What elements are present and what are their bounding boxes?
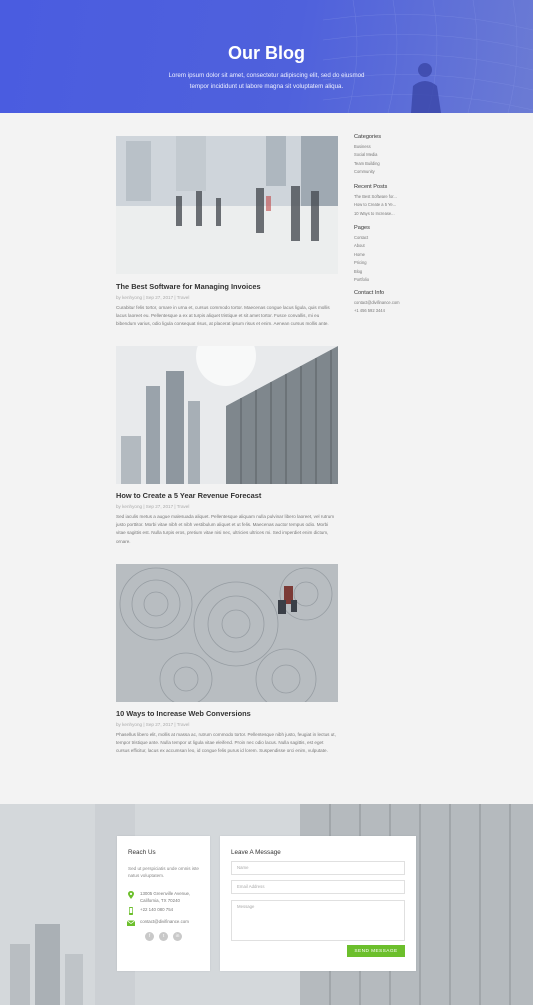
sidebar-heading: Pages (354, 225, 370, 231)
name-field[interactable]: Name (231, 861, 405, 875)
sidebar-categories: Categories Business Social Media Team Bu… (354, 134, 424, 177)
category-link[interactable]: Social Media (354, 151, 424, 159)
page-link[interactable]: Portfolio (354, 276, 424, 284)
page-link[interactable]: Contact (354, 234, 424, 242)
recent-post-link[interactable]: The Best Software for... (354, 193, 424, 201)
blog-post: How to Create a 5 Year Revenue Forecast … (116, 346, 338, 544)
blog-post: The Best Software for Managing Invoices … (116, 136, 338, 326)
page-title: Our Blog (228, 43, 305, 63)
blog-post: 10 Ways to Increase Web Conversions by k… (116, 564, 338, 753)
post-title[interactable]: How to Create a 5 Year Revenue Forecast (116, 491, 261, 500)
page-link[interactable]: About (354, 242, 424, 250)
leave-message-title: Leave A Message (231, 849, 281, 856)
address-text: 13005 Greenville Avenue, California, TX … (140, 891, 191, 903)
post-image-buildings[interactable] (116, 346, 338, 484)
phone-icon (129, 907, 133, 915)
page-link[interactable]: Pricing (354, 259, 424, 267)
hero-person-figure (411, 63, 441, 113)
reach-us-text: Sed ut perspiciatis unde omnis iste natu… (128, 866, 199, 878)
message-field[interactable]: Message (231, 900, 405, 941)
post-image-plaza[interactable] (116, 564, 338, 702)
hero-banner: Our Blog Lorem ipsum dolor sit amet, con… (0, 0, 533, 113)
send-message-button[interactable]: SEND MESSAGE (347, 945, 405, 957)
sidebar-contact-info: Contact Info contact@divifinance.com +1 … (354, 290, 424, 316)
post-meta: by kenhyong | Sep 27, 2017 | Travel (116, 295, 190, 300)
category-link[interactable]: Team Building (354, 160, 424, 168)
recent-post-link[interactable]: 10 Ways to Increase... (354, 210, 424, 218)
leave-message-card: Leave A Message Name Email Address Messa… (220, 836, 416, 971)
category-link[interactable]: Business (354, 143, 424, 151)
location-pin-icon (128, 891, 134, 899)
page-link[interactable]: Home (354, 251, 424, 259)
post-meta: by kenhyong | Sep 27, 2017 | Travel (116, 722, 190, 727)
sidebar-heading: Categories (354, 134, 382, 140)
envelope-icon (127, 920, 135, 926)
post-excerpt: Sed iaculis metus a augue malesuada aliq… (116, 514, 335, 544)
hero-subtitle: Lorem ipsum dolor sit amet, consectetur … (168, 72, 365, 90)
reach-us-title: Reach Us (128, 849, 156, 856)
sidebar-heading: Contact Info (354, 290, 385, 296)
post-title[interactable]: 10 Ways to Increase Web Conversions (116, 709, 251, 718)
post-excerpt: Phasellus libero elit, mollis at massa a… (116, 732, 336, 754)
category-link[interactable]: Community (354, 168, 424, 176)
post-image-street[interactable] (116, 136, 338, 274)
phone-text: +22 140 080 754 (140, 907, 174, 912)
social-links: f t in (145, 932, 182, 941)
linkedin-icon[interactable]: in (173, 932, 182, 941)
post-excerpt: Curabitur felis tortor, ornare in urna e… (116, 305, 330, 327)
twitter-icon[interactable]: t (159, 932, 168, 941)
sidebar-pages: Pages Contact About Home Pricing Blog Po… (354, 225, 424, 284)
facebook-icon[interactable]: f (145, 932, 154, 941)
email-row: contact@divifinance.com (127, 919, 189, 927)
sidebar-heading: Recent Posts (354, 184, 388, 190)
reach-us-card: Reach Us Sed ut perspiciatis unde omnis … (117, 836, 210, 971)
recent-post-link[interactable]: How to Create a 5 Ye... (354, 201, 424, 209)
contact-email[interactable]: contact@divifinance.com (354, 299, 424, 307)
page-link[interactable]: Blog (354, 268, 424, 276)
post-title[interactable]: The Best Software for Managing Invoices (116, 282, 261, 291)
email-field[interactable]: Email Address (231, 880, 405, 894)
post-meta: by kenhyong | Sep 27, 2017 | Travel (116, 504, 190, 509)
email-text[interactable]: contact@divifinance.com (140, 919, 189, 926)
phone-row: +22 140 080 754 (127, 907, 173, 915)
contact-phone: +1 456 592 3444 (354, 308, 385, 314)
sidebar-recent-posts: Recent Posts The Best Software for... Ho… (354, 184, 424, 218)
address-row: 13005 Greenville Avenue, California, TX … (127, 891, 200, 904)
